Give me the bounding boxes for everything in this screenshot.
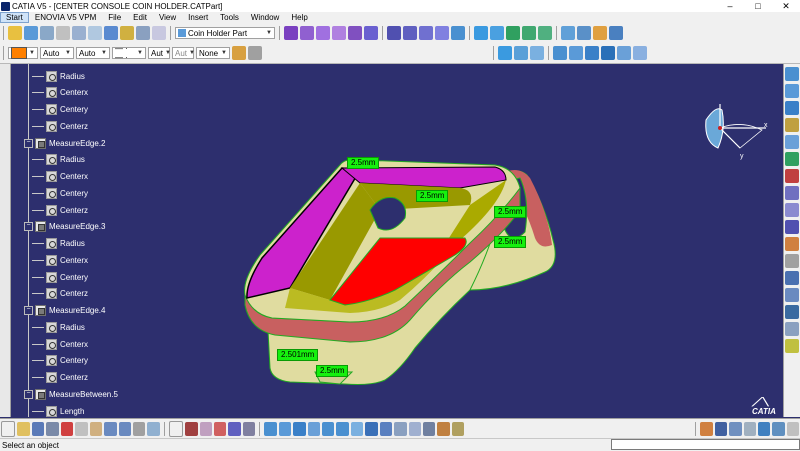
swap-space-icon[interactable]: [423, 422, 436, 436]
macro-icon[interactable]: [242, 422, 256, 436]
toolbar-right: [783, 64, 800, 417]
catia-logo-mark: ⟋⟍: [752, 395, 769, 409]
display-icon[interactable]: [743, 422, 756, 436]
toolbar-separator: [259, 422, 261, 436]
fly-mode-icon[interactable]: [264, 422, 277, 436]
sectioning-icon[interactable]: [451, 422, 465, 436]
knowledge-icon[interactable]: [785, 220, 799, 234]
rotate-icon[interactable]: [307, 422, 320, 436]
save-icon[interactable]: [31, 422, 45, 436]
curvature-analysis-icon[interactable]: [785, 288, 799, 302]
brush-icon[interactable]: [700, 422, 713, 436]
zoom-out-icon[interactable]: [336, 422, 349, 436]
mapping-icon[interactable]: [785, 305, 799, 319]
analysis-icon[interactable]: [785, 254, 799, 268]
toolbar-separator: [695, 422, 697, 436]
new-icon[interactable]: [1, 421, 16, 437]
catia-logo: ⟋⟍ CATIA: [752, 395, 776, 416]
open-icon[interactable]: [17, 422, 30, 436]
normal-view-icon[interactable]: [350, 422, 364, 436]
dimension-label[interactable]: 2.5mm: [416, 190, 449, 202]
whats-this-icon[interactable]: [147, 422, 160, 436]
dimension-label[interactable]: 2.5mm: [316, 365, 349, 377]
text-annotation-icon[interactable]: [785, 339, 799, 353]
formula-icon[interactable]: [785, 118, 799, 132]
measure-item-icon[interactable]: [785, 84, 799, 98]
dimension-label[interactable]: 2.5mm: [494, 236, 527, 248]
measure-bottom-icon[interactable]: [757, 422, 771, 436]
design-table-icon[interactable]: [785, 203, 799, 217]
model-viewport[interactable]: [0, 0, 800, 450]
print-icon[interactable]: [46, 422, 59, 436]
dimension-label[interactable]: 2.5mm: [347, 157, 380, 169]
reaction-icon[interactable]: [785, 169, 799, 183]
toolbar-bottom: [0, 418, 800, 439]
paste-icon[interactable]: [89, 422, 103, 436]
law-icon[interactable]: [785, 135, 799, 149]
compass-x-label: x: [764, 122, 768, 129]
redo-icon[interactable]: [118, 422, 131, 436]
hide-show-icon[interactable]: [408, 422, 422, 436]
pan-icon[interactable]: [293, 422, 306, 436]
options-icon[interactable]: [786, 422, 800, 436]
draft-analysis-icon[interactable]: [785, 271, 799, 285]
catia-logo-text: CATIA: [752, 407, 776, 416]
dimension-label[interactable]: 2.5mm: [494, 206, 527, 218]
quick-view-icon[interactable]: [379, 422, 393, 436]
view-mode-icon[interactable]: [394, 422, 407, 436]
compass-center: [718, 126, 722, 130]
fit-all-icon[interactable]: [278, 422, 292, 436]
check-icon[interactable]: [785, 152, 799, 166]
toolbar-separator: [163, 422, 165, 436]
undo-icon[interactable]: [104, 422, 117, 436]
create-window-icon[interactable]: [365, 422, 378, 436]
tools-icon[interactable]: [228, 422, 241, 436]
measure-inertia-icon[interactable]: [785, 101, 799, 115]
catalog-icon[interactable]: [785, 186, 799, 200]
status-message: Select an object: [2, 440, 59, 450]
dimension-label[interactable]: 2.501mm: [277, 349, 319, 361]
compass-icon[interactable]: x y: [696, 100, 770, 162]
snap-icon[interactable]: [772, 422, 785, 436]
knowledge-advisor-icon[interactable]: [185, 422, 198, 436]
update-icon[interactable]: [132, 422, 146, 436]
cut-icon[interactable]: [60, 422, 74, 436]
analysis-bottom-icon[interactable]: [729, 422, 742, 436]
compass-y-label: y: [740, 153, 744, 160]
apply-material-icon[interactable]: [785, 237, 799, 251]
rule-icon[interactable]: [214, 422, 227, 436]
apply-material-bottom-icon[interactable]: [437, 422, 450, 436]
copy-icon[interactable]: [75, 422, 88, 436]
catalog-bottom-icon[interactable]: [714, 422, 728, 436]
zoom-in-icon[interactable]: [321, 422, 335, 436]
measure-between-icon[interactable]: [785, 67, 799, 81]
annotations-icon[interactable]: [785, 322, 799, 336]
parameters-icon[interactable]: [199, 422, 213, 436]
command-input[interactable]: [611, 439, 800, 450]
fx-formula-icon[interactable]: [168, 421, 184, 437]
